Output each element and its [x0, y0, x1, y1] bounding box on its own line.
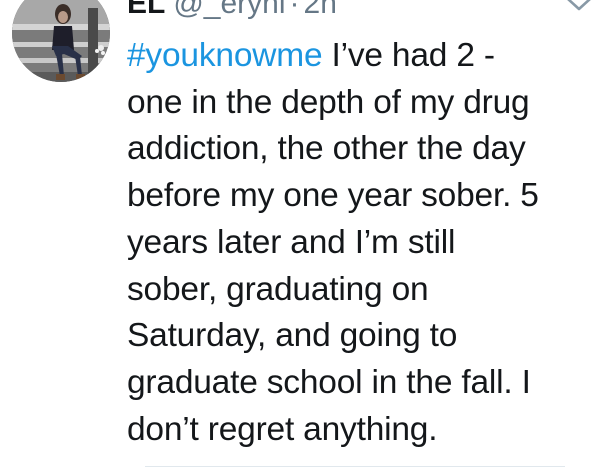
timestamp[interactable]: 2h — [304, 0, 337, 20]
tweet-line: before my one year sober. 5 — [127, 177, 539, 215]
tweet-header: EL @_erynl · 2h — [127, 0, 337, 24]
display-name[interactable]: EL — [127, 0, 165, 20]
user-handle[interactable]: @_erynl — [173, 0, 285, 20]
tweet-line: graduate school in the fall. I — [127, 363, 531, 401]
avatar[interactable] — [12, 0, 110, 82]
hashtag-link[interactable]: #youknowme — [127, 37, 323, 74]
avatar-photo — [12, 0, 110, 82]
tweet-line: one in the depth of my drug — [127, 83, 530, 121]
divider — [145, 466, 565, 467]
tweet[interactable]: EL @_erynl · 2h #youknowme I’ve had 2 - one… — [0, 0, 616, 469]
tweet-line: addiction, the other the day — [127, 130, 526, 168]
tweet-line-text: I’ve had 2 - — [322, 37, 495, 74]
tweet-line: Saturday, and going to — [127, 317, 458, 355]
chevron-down-icon[interactable] — [565, 0, 593, 14]
tweet-line: sober, graduating on — [127, 270, 429, 308]
separator-dot: · — [289, 0, 300, 20]
tweet-text: #youknowme I’ve had 2 - one in the depth… — [127, 33, 597, 453]
tweet-line: #youknowme I’ve had 2 - — [127, 33, 597, 80]
tweet-line: don’t regret anything. — [127, 410, 438, 448]
tweet-line: years later and I’m still — [127, 223, 456, 261]
